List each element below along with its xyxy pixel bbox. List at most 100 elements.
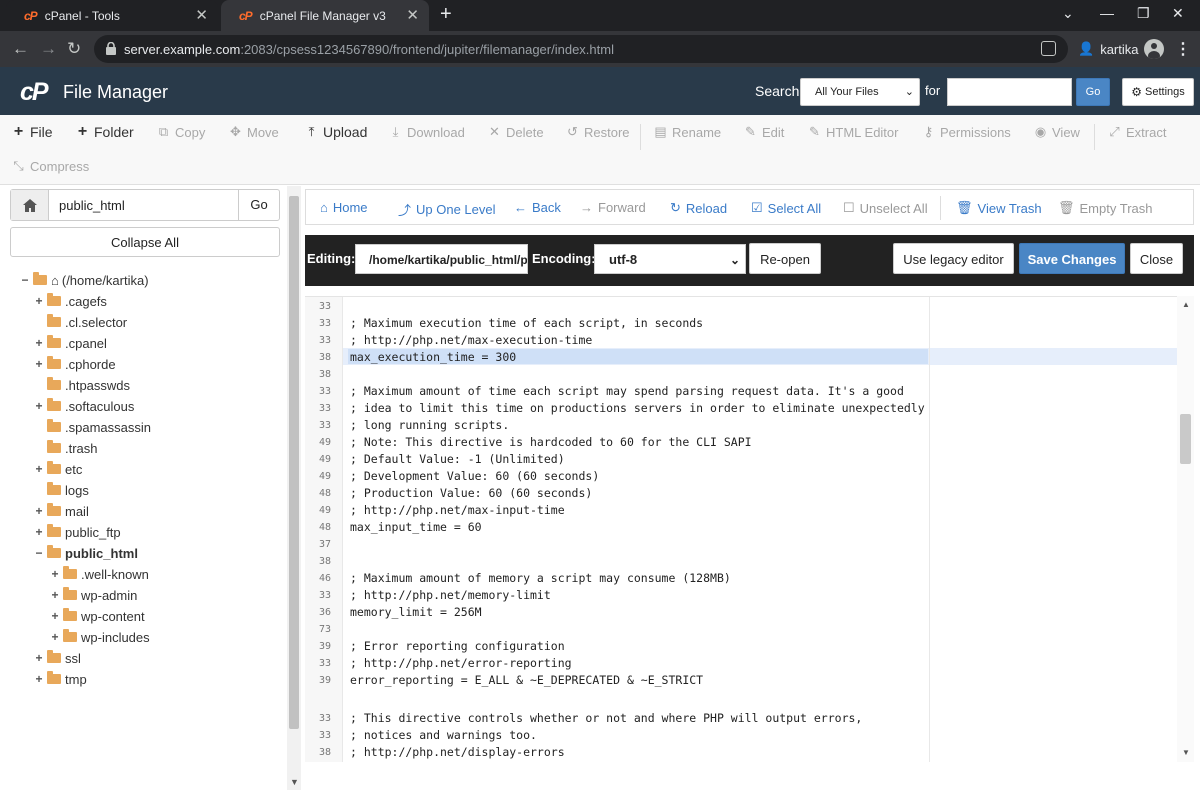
code-line[interactable]: ; Maximum execution time of each script,… [350,315,703,332]
code-line[interactable]: ; Default Value: -1 (Unlimited) [350,451,565,468]
tree-item[interactable]: + .softaculous [34,396,134,416]
scroll-up-arrow-icon[interactable]: ▲ [1182,300,1190,309]
tab-search-icon[interactable]: ⌄ [1062,5,1074,22]
editor-scrollbar-thumb[interactable] [1180,414,1191,464]
unselect-all-button[interactable]: ☐ Unselect All [843,200,928,216]
tree-item[interactable]: .cl.selector [34,312,127,332]
browser-menu-icon[interactable]: ⋮ [1175,39,1191,59]
up-one-level-button[interactable]: ⤴ Up One Level [398,200,496,219]
rename-button[interactable]: ▤ Rename [654,123,721,141]
forward-button[interactable]: → Forward [580,200,646,215]
permissions-button[interactable]: ⚷ Permissions [922,123,1011,141]
tree-item[interactable]: .htpasswds [34,375,130,395]
tree-toggle[interactable]: + [34,399,44,413]
tree-item[interactable]: + wp-content [50,606,145,626]
code-line[interactable]: ; long running scripts. [350,417,509,434]
tree-item-selected[interactable]: − public_html [34,543,138,563]
code-line[interactable]: ; notices and warnings too. [350,727,537,744]
browser-tab-file-manager[interactable]: cP cPanel File Manager v3 ✕ [221,0,429,31]
reload-button[interactable]: ↻ Reload [670,200,727,216]
tree-item[interactable]: + mail [34,501,89,521]
new-tab-icon[interactable]: + [440,3,452,26]
collapse-all-button[interactable]: Collapse All [10,227,280,257]
code-line[interactable]: ; Maximum amount of time each script may… [350,383,904,400]
address-bar[interactable]: server.example.com:2083/cpsess1234567890… [94,35,1068,63]
edit-button[interactable]: ✎ Edit [744,123,784,141]
tree-toggle[interactable]: + [34,294,44,308]
move-button[interactable]: ✥ Move [229,123,279,141]
minimize-icon[interactable]: — [1100,5,1114,21]
extract-button[interactable]: ⤢ Extract [1108,123,1166,141]
scroll-down-arrow-icon[interactable]: ▼ [1182,748,1190,757]
sidebar-scrollbar-thumb[interactable] [289,196,299,729]
tree-item[interactable]: + .cagefs [34,291,107,311]
tree-item[interactable]: + wp-admin [50,585,137,605]
tree-toggle[interactable]: + [50,609,60,623]
search-go-button[interactable]: Go [1076,78,1110,106]
upload-button[interactable]: ⤒ Upload [305,123,368,141]
code-line[interactable]: max_input_time = 60 [350,519,482,536]
tree-toggle[interactable]: + [34,651,44,665]
tree-toggle[interactable]: − [20,273,30,287]
restore-window-icon[interactable]: ❐ [1137,5,1150,22]
tree-toggle[interactable]: + [34,462,44,476]
tree-toggle[interactable]: + [50,567,60,581]
code-line[interactable]: ; Error reporting configuration [350,638,565,655]
tree-toggle[interactable]: + [50,588,60,602]
code-line[interactable]: ; Note: This directive is hardcoded to 6… [350,434,752,451]
tree-item[interactable]: + etc [34,459,82,479]
new-file-button[interactable]: + File [12,123,53,141]
code-line[interactable]: ; This directive controls whether or not… [350,710,862,727]
tree-item[interactable]: + .cpanel [34,333,107,353]
code-line[interactable]: ; Production Value: 60 (60 seconds) [350,485,592,502]
qr-code-icon[interactable] [1041,41,1056,56]
path-input[interactable]: public_html [59,198,125,213]
close-button[interactable]: Close [1130,243,1183,274]
tree-item[interactable]: + public_ftp [34,522,121,542]
code-line[interactable]: ; idea to limit this time on productions… [350,400,925,417]
view-trash-button[interactable]: 🗑 View Trash [956,200,1042,216]
home-nav-button[interactable]: ⌂ Home [320,200,368,215]
editor-scrollbar-track[interactable] [1177,296,1194,762]
scroll-down-arrow-icon[interactable]: ▼ [290,777,299,787]
search-scope-select[interactable]: All Your Files ⌄ [800,78,920,106]
empty-trash-button[interactable]: 🗑 Empty Trash [1058,200,1152,216]
code-line[interactable]: ; Maximum amount of memory a script may … [350,570,731,587]
path-go-button[interactable]: Go [238,190,279,220]
tree-item-home[interactable]: − ⌂ (/home/kartika) [20,270,149,290]
select-all-button[interactable]: ☑ Select All [751,200,821,216]
reload-icon[interactable]: ↻ [67,39,81,59]
new-folder-button[interactable]: + Folder [76,123,134,141]
use-legacy-editor-button[interactable]: Use legacy editor [893,243,1014,274]
download-button[interactable]: ⤓ Download [389,123,465,141]
delete-button[interactable]: ✕ Delete [488,123,544,141]
back-arrow-icon[interactable]: ← [12,39,29,59]
reopen-button[interactable]: Re-open [749,243,821,274]
search-input[interactable] [947,78,1072,106]
encoding-select[interactable]: utf-8 ⌄ [594,244,746,274]
compress-button[interactable]: ⤡ Compress [12,157,89,175]
back-button[interactable]: ← Back [514,200,561,215]
code-line[interactable]: ; http://php.net/max-input-time [350,502,565,519]
code-line[interactable]: ; Development Value: 60 (60 seconds) [350,468,599,485]
save-changes-button[interactable]: Save Changes [1019,243,1125,274]
tree-item[interactable]: + tmp [34,669,87,689]
code-line[interactable]: ; http://php.net/memory-limit [350,587,551,604]
cpanel-logo[interactable]: cP [20,78,49,107]
tree-toggle[interactable]: + [34,336,44,350]
tree-item[interactable]: .spamassassin [34,417,151,437]
file-path-field[interactable]: /home/kartika/public_html/php.ini [355,244,528,274]
code-line[interactable]: ; http://php.net/max-execution-time [350,332,592,349]
tree-toggle[interactable]: + [34,672,44,686]
browser-tab-cpanel-tools[interactable]: cP cPanel - Tools ✕ [6,0,218,31]
tree-toggle[interactable]: + [34,504,44,518]
tree-item[interactable]: + ssl [34,648,81,668]
html-editor-button[interactable]: ✎ HTML Editor [808,123,898,141]
code-line[interactable]: error_reporting = E_ALL & ~E_DEPRECATED … [350,672,703,689]
tree-toggle[interactable]: + [34,357,44,371]
tree-toggle[interactable]: + [50,630,60,644]
code-line[interactable]: max_execution_time = 300 [350,349,516,366]
tree-item[interactable]: + .well-known [50,564,149,584]
code-editor[interactable]: 33 33 ; Maximum execution time of each scr… [305,296,1194,762]
code-line[interactable]: memory_limit = 256M [350,604,482,621]
